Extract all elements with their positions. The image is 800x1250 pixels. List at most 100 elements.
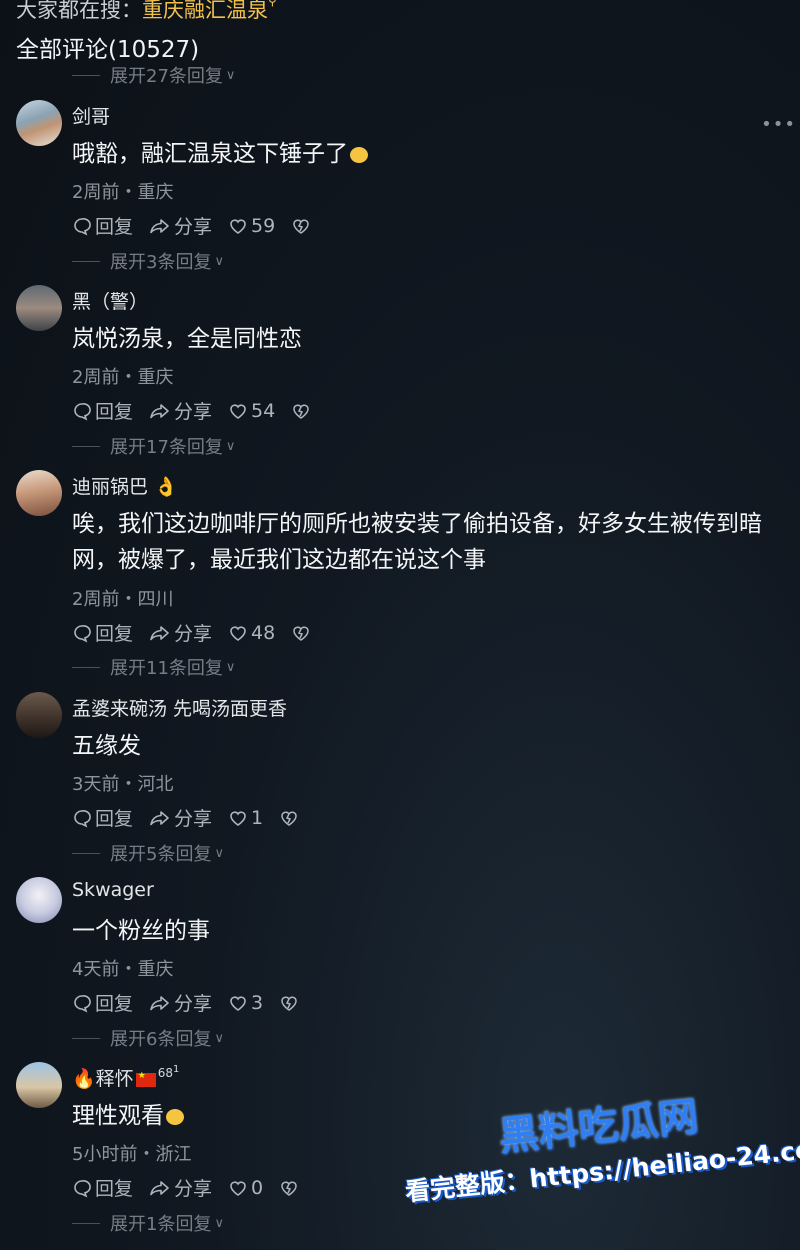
expand-label: 展开6条回复 xyxy=(110,1029,212,1050)
username[interactable]: 黑（警） xyxy=(72,287,148,314)
expand-replies-button[interactable]: 展开3条回复 ∨ xyxy=(72,250,224,273)
share-arrow-icon xyxy=(150,218,169,233)
divider xyxy=(72,74,100,76)
avatar[interactable] xyxy=(16,285,62,331)
share-arrow-icon xyxy=(150,625,169,640)
comment-meta: 2周前・重庆 xyxy=(72,182,174,203)
reply-button[interactable]: 回复 xyxy=(72,397,133,424)
dislike-button[interactable] xyxy=(291,624,314,642)
avatar[interactable] xyxy=(16,692,62,738)
expand-label: 展开5条回复 xyxy=(110,844,212,865)
dislike-button[interactable] xyxy=(291,402,314,420)
comment-text: 一个粉丝的事 xyxy=(72,918,210,944)
like-button[interactable]: 0 xyxy=(228,1177,263,1199)
comment-bubble-icon xyxy=(74,217,91,236)
china-flag-icon xyxy=(135,1071,156,1087)
divider xyxy=(72,852,100,854)
expand-label: 展开27条回复 xyxy=(110,66,223,87)
comment-text: 哦豁，融汇温泉这下锤子了 xyxy=(72,136,792,172)
search-icon: ⚲ xyxy=(268,0,277,8)
comment-text: 五缘发 xyxy=(72,733,141,759)
comment-bubble-icon xyxy=(74,994,91,1013)
chevron-down-icon: ∨ xyxy=(225,438,236,454)
expand-replies-button[interactable]: 展开5条回复 ∨ xyxy=(72,842,224,865)
chevron-down-icon: ∨ xyxy=(225,67,236,83)
share-button[interactable]: 分享 xyxy=(149,212,212,239)
share-button[interactable]: 分享 xyxy=(149,804,212,831)
comment-count-title: 全部评论(10527) xyxy=(16,37,200,63)
avatar[interactable] xyxy=(16,1062,62,1108)
divider xyxy=(72,1037,100,1039)
comment-bubble-icon xyxy=(74,809,91,828)
chevron-down-icon: ∨ xyxy=(225,659,236,675)
more-icon[interactable]: ••• xyxy=(761,114,796,135)
avatar[interactable] xyxy=(16,100,62,146)
avatar[interactable] xyxy=(16,470,62,516)
comment-meta: 2周前・四川 xyxy=(72,589,174,610)
like-button[interactable]: 54 xyxy=(228,400,275,422)
heart-icon xyxy=(230,625,246,641)
like-button[interactable]: 3 xyxy=(228,992,263,1014)
reply-button[interactable]: 回复 xyxy=(72,1174,133,1201)
comment-text: 唉，我们这边咖啡厅的厕所也被安装了偷拍设备，好多女生被传到暗网，被爆了，最近我们… xyxy=(72,511,762,573)
expand-replies-button[interactable]: 展开27条回复 ∨ xyxy=(72,64,236,87)
reply-button[interactable]: 回复 xyxy=(72,212,133,239)
reply-button[interactable]: 回复 xyxy=(72,989,133,1016)
dislike-button[interactable] xyxy=(279,1179,302,1197)
heart-icon xyxy=(230,810,246,826)
share-arrow-icon xyxy=(150,810,169,825)
broken-heart-icon xyxy=(281,1181,297,1196)
divider xyxy=(72,666,100,668)
share-arrow-icon xyxy=(150,995,169,1010)
search-term-link[interactable]: 重庆融汇温泉 xyxy=(142,0,268,22)
share-button[interactable]: 分享 xyxy=(149,397,212,424)
username[interactable]: 孟婆来碗汤 先喝汤面更香 xyxy=(72,694,287,721)
comment-bubble-icon xyxy=(74,1179,91,1198)
expand-replies-button[interactable]: 展开17条回复 ∨ xyxy=(72,435,236,458)
like-button[interactable]: 48 xyxy=(228,622,275,644)
divider xyxy=(72,1222,100,1224)
fire-emoji-icon: 🔥 xyxy=(72,1068,96,1090)
expand-label: 展开1条回复 xyxy=(110,1214,212,1235)
comment-meta: 2周前・重庆 xyxy=(72,367,174,388)
dislike-button[interactable] xyxy=(291,217,314,235)
username[interactable]: 🔥释怀681 xyxy=(72,1064,179,1091)
level-badge: 681 xyxy=(157,1064,180,1080)
like-button[interactable]: 1 xyxy=(228,807,263,829)
broken-heart-icon xyxy=(293,626,309,641)
comment-meta: 5小时前・浙江 xyxy=(72,1144,192,1165)
chevron-down-icon: ∨ xyxy=(214,253,224,269)
broken-heart-icon xyxy=(281,811,297,826)
reply-button[interactable]: 回复 xyxy=(72,804,133,831)
username[interactable]: Skwager xyxy=(72,879,154,901)
dislike-button[interactable] xyxy=(279,994,302,1012)
ok-hand-emoji-icon: 👌 xyxy=(154,476,178,498)
heart-icon xyxy=(230,1180,246,1196)
broken-heart-icon xyxy=(281,996,297,1011)
chevron-down-icon: ∨ xyxy=(214,1215,224,1231)
expand-label: 展开17条回复 xyxy=(110,437,223,458)
expand-replies-button[interactable]: 展开1条回复 ∨ xyxy=(72,1212,224,1235)
reply-button[interactable]: 回复 xyxy=(72,619,133,646)
comment-bubble-icon xyxy=(74,402,91,421)
comment-bubble-icon xyxy=(74,624,91,643)
laughing-emoji-icon xyxy=(350,146,368,163)
username[interactable]: 迪丽锅巴 👌 xyxy=(72,472,178,499)
username[interactable]: 剑哥 xyxy=(72,102,110,129)
divider xyxy=(72,260,100,262)
share-button[interactable]: 分享 xyxy=(149,619,212,646)
search-suggestion[interactable]: 大家都在搜：重庆融汇温泉⚲ xyxy=(16,0,277,24)
avatar[interactable] xyxy=(16,877,62,923)
share-arrow-icon xyxy=(150,403,169,418)
search-prefix: 大家都在搜： xyxy=(16,0,142,22)
broken-heart-icon xyxy=(293,219,309,234)
share-button[interactable]: 分享 xyxy=(149,1174,212,1201)
expand-label: 展开3条回复 xyxy=(110,252,212,273)
expand-replies-button[interactable]: 展开6条回复 ∨ xyxy=(72,1027,224,1050)
dislike-button[interactable] xyxy=(279,809,302,827)
expand-replies-button[interactable]: 展开11条回复 ∨ xyxy=(72,656,236,679)
like-button[interactable]: 59 xyxy=(228,215,275,237)
heart-icon xyxy=(230,218,246,234)
heart-icon xyxy=(230,403,246,419)
share-button[interactable]: 分享 xyxy=(149,989,212,1016)
